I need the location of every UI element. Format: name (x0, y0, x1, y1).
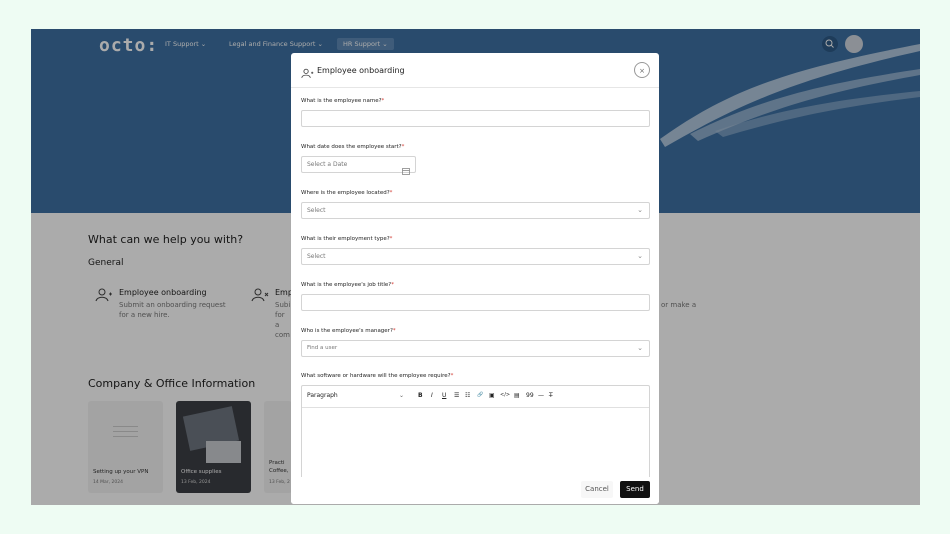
numbered-list-icon[interactable]: ☷ (465, 392, 470, 399)
dialog-title: Employee onboarding (317, 66, 405, 75)
italic-button[interactable]: I (431, 392, 433, 399)
bullet-list-icon[interactable]: ☰ (454, 392, 459, 399)
format-select[interactable]: Paragraph (307, 392, 338, 399)
field-label-location: Where is the employee located?* (301, 190, 393, 196)
field-label-software-hardware: What software or hardware will the emplo… (301, 373, 454, 379)
close-button[interactable]: × (634, 62, 650, 78)
dialog-footer: Cancel Send (291, 477, 659, 504)
chevron-down-icon: ⌄ (637, 252, 643, 260)
requirements-editor[interactable]: Paragraph ⌄ B I U ☰ ☷ 🔗 ▣ </> ▤ 99 — T̶ (301, 385, 650, 480)
bold-button[interactable]: B (418, 392, 423, 399)
send-button[interactable]: Send (620, 481, 650, 498)
link-icon[interactable]: 🔗 (477, 392, 483, 398)
location-select[interactable]: Select ⌄ (301, 202, 650, 219)
calendar-icon (402, 160, 410, 179)
field-label-start-date: What date does the employee start?* (301, 144, 405, 150)
editor-toolbar: Paragraph ⌄ B I U ☰ ☷ 🔗 ▣ </> ▤ 99 — T̶ (302, 386, 649, 408)
underline-button[interactable]: U (442, 392, 446, 399)
code-icon[interactable]: </> (500, 392, 510, 398)
field-label-manager: Who is the employee's manager?* (301, 328, 396, 334)
add-user-icon (301, 64, 314, 83)
employee-name-input[interactable] (301, 110, 650, 127)
field-label-job-title: What is the employee's job title?* (301, 282, 394, 288)
field-label-name: What is the employee name?* (301, 98, 385, 104)
clear-format-icon[interactable]: T̶ (549, 392, 553, 399)
table-icon[interactable]: ▤ (514, 392, 520, 399)
quote-icon[interactable]: 99 (526, 392, 534, 399)
chevron-down-icon[interactable]: ⌄ (399, 392, 404, 399)
image-icon[interactable]: ▣ (489, 392, 495, 399)
start-date-picker[interactable]: Select a Date (301, 156, 416, 175)
employment-type-select[interactable]: Select ⌄ (301, 248, 650, 265)
manager-select[interactable]: Find a user ⌄ (301, 340, 650, 357)
job-title-input[interactable] (301, 294, 650, 311)
cancel-button[interactable]: Cancel (581, 481, 613, 498)
dialog-header: Employee onboarding × (291, 53, 659, 88)
field-label-employment-type: What is their employment type?* (301, 236, 393, 242)
chevron-down-icon: ⌄ (637, 206, 643, 214)
chevron-down-icon: ⌄ (637, 344, 643, 352)
employee-onboarding-dialog: Employee onboarding × What is the employ… (291, 53, 659, 504)
horizontal-rule-icon[interactable]: — (538, 392, 544, 399)
